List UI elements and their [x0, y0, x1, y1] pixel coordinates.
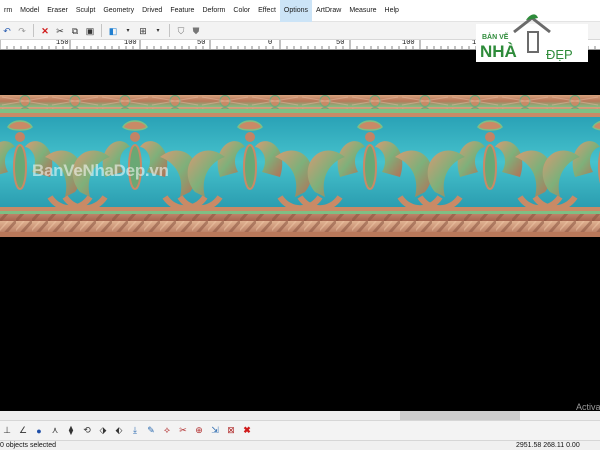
menu-item-artdraw[interactable]: ArtDraw	[312, 0, 345, 22]
project-tool-icon[interactable]: ⤓	[128, 424, 142, 438]
3d-viewport[interactable]: BanVeNhaDep.vn	[0, 50, 600, 411]
watermark-text: BanVeNhaDep.vn	[32, 161, 169, 180]
mirror-tool-icon[interactable]: ⬖	[112, 424, 126, 438]
copy-icon[interactable]: ⧉	[68, 24, 82, 38]
menu-item-feature[interactable]: Feature	[166, 0, 198, 22]
menu-item-color[interactable]: Color	[229, 0, 254, 22]
menu-item-measure[interactable]: Measure	[345, 0, 380, 22]
cursor-coordinates: 2951.58 268.11 0.00	[516, 442, 580, 449]
paste-icon[interactable]: ▣	[83, 24, 97, 38]
rotate-tool-icon[interactable]: ⟲	[80, 424, 94, 438]
toolbar-separator	[169, 24, 170, 37]
status-bar: 0 objects selected 2951.58 268.11 0.00	[0, 440, 600, 450]
menu-item-geometry[interactable]: Geometry	[99, 0, 138, 22]
edit-tool-icon[interactable]: ✎	[144, 424, 158, 438]
ruler-label: 150	[56, 40, 69, 47]
shade-mode-icon[interactable]: ◧	[106, 24, 120, 38]
axis-tool-icon[interactable]: ⊥	[0, 424, 14, 438]
ruler-label: 50	[336, 40, 345, 47]
extend-tool-icon[interactable]: ⇲	[208, 424, 222, 438]
logo-main-text: NHÀ	[480, 42, 517, 61]
dropdown-arrow-icon[interactable]: ▾	[121, 24, 135, 38]
shield-filled-icon[interactable]: ⛊	[189, 24, 203, 38]
menu-item-deform[interactable]: Deform	[198, 0, 229, 22]
polyline-tool-icon[interactable]: ⋏	[48, 424, 62, 438]
scrollbar-thumb[interactable]	[400, 411, 520, 420]
menu-item-effect[interactable]: Effect	[254, 0, 280, 22]
check-tool-icon[interactable]: ⊠	[224, 424, 238, 438]
undo-icon[interactable]: ↶	[0, 24, 14, 38]
transform-tool-icon[interactable]: ⧫	[64, 424, 78, 438]
scale-tool-icon[interactable]: ⬗	[96, 424, 110, 438]
menu-item-options[interactable]: Options	[279, 0, 313, 22]
delete-tool-icon[interactable]: ✖	[240, 424, 254, 438]
toolbar-separator	[33, 24, 34, 37]
brand-logo: BẢN VẼ NHÀ ĐẸP	[476, 14, 588, 62]
ruler-label: 100	[402, 40, 415, 47]
trim-tool-icon[interactable]: ✂	[176, 424, 190, 438]
logo-dep-text: ĐẸP	[546, 47, 573, 62]
menu-item-drived[interactable]: Drived	[138, 0, 166, 22]
menu-item-model-partial[interactable]: rm	[0, 0, 16, 22]
point-tool-icon[interactable]: ●	[32, 424, 46, 438]
view-mode-icon[interactable]: ⊞	[136, 24, 150, 38]
angle-tool-icon[interactable]: ∠	[16, 424, 30, 438]
toolbar-separator	[101, 24, 102, 37]
menu-item-help[interactable]: Help	[381, 0, 403, 22]
menu-item-eraser[interactable]: Eraser	[43, 0, 72, 22]
cut-icon[interactable]: ✂	[53, 24, 67, 38]
menu-item-sculpt[interactable]: Sculpt	[72, 0, 99, 22]
redo-icon[interactable]: ↷	[15, 24, 29, 38]
join-tool-icon[interactable]: ⊕	[192, 424, 206, 438]
ruler-label: 50	[197, 40, 206, 47]
node-tool-icon[interactable]: ⟡	[160, 424, 174, 438]
shield-icon[interactable]: ⛉	[174, 24, 188, 38]
ruler-label: 100	[124, 40, 137, 47]
tool-palette: ⊥ ∠ ● ⋏ ⧫ ⟲ ⬗ ⬖ ⤓ ✎ ⟡ ✂ ⊕ ⇲ ⊠ ✖	[0, 420, 600, 440]
dropdown-arrow-icon[interactable]: ▾	[151, 24, 165, 38]
menu-item-model[interactable]: Model	[16, 0, 43, 22]
app-window: rm Model Eraser Sculpt Geometry Drived F…	[0, 0, 600, 450]
activate-windows-hint: Activa	[576, 402, 600, 412]
delete-icon[interactable]: ✕	[38, 24, 52, 38]
selection-status: 0 objects selected	[0, 442, 57, 449]
logo-top-text: BẢN VẼ	[482, 34, 509, 41]
ruler-label: 0	[268, 40, 273, 47]
